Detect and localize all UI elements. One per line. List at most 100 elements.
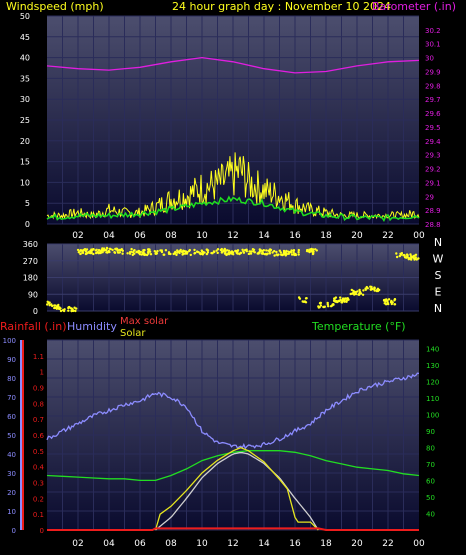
direction-point — [297, 296, 301, 299]
direction-point — [261, 252, 264, 255]
barometer-tick-label: 29 — [425, 193, 434, 201]
rain-tick-label: 0.6 — [33, 432, 45, 440]
direction-point — [390, 299, 393, 303]
direction-point — [349, 292, 352, 296]
wind-tick-label: 45 — [20, 33, 30, 42]
humidity-tick-label: 20 — [7, 489, 16, 497]
x-tick-label: 02 — [72, 231, 83, 241]
direction-point — [234, 249, 237, 253]
x-tick-label: 04 — [103, 231, 115, 241]
humidity-tick-label: 60 — [7, 413, 16, 421]
x-tick-label: 18 — [320, 231, 332, 241]
direction-point — [273, 254, 276, 257]
direction-point — [283, 252, 287, 255]
compass-label: W — [433, 253, 444, 266]
direction-point — [334, 299, 338, 303]
direction-point — [84, 250, 88, 253]
barometer-tick-label: 30.1 — [425, 41, 441, 49]
direction-point — [102, 248, 105, 252]
direction-point — [227, 249, 231, 252]
x-tick-label: 12 — [227, 539, 238, 549]
x-tick-label: 14 — [258, 231, 270, 241]
direction-point — [132, 249, 136, 252]
humidity-tick-label: 0 — [12, 527, 16, 535]
x-tick-label: 02 — [72, 539, 83, 549]
direction-point — [163, 253, 166, 256]
direction-point — [230, 250, 234, 253]
rain-tick-label: 0.2 — [33, 495, 44, 503]
direction-point — [385, 298, 388, 301]
direction-point — [79, 249, 83, 252]
direction-point — [393, 303, 397, 306]
rain-tick-label: 0.3 — [33, 480, 44, 488]
barometer-tick-label: 29.2 — [425, 166, 441, 174]
direction-point — [219, 248, 223, 252]
direction-point — [149, 253, 153, 256]
direction-point — [193, 252, 196, 255]
direction-point — [76, 248, 80, 252]
direction-point — [312, 248, 315, 251]
x-tick-label: 08 — [165, 231, 177, 241]
direction-point — [304, 297, 308, 300]
x-tick-label: 06 — [134, 539, 146, 549]
temperature-label: Temperature (°F) — [311, 320, 406, 333]
rain-tick-label: 0.5 — [33, 448, 44, 456]
direction-point — [94, 249, 98, 252]
barometer-tick-label: 29.1 — [425, 179, 441, 187]
direction-point — [128, 252, 132, 255]
direction-tick-label: 360 — [23, 240, 38, 249]
direction-point — [212, 250, 216, 253]
direction-point — [174, 250, 177, 254]
direction-point — [297, 253, 300, 256]
direction-point — [258, 250, 262, 253]
humidity-tick-label: 30 — [7, 470, 16, 478]
temperature-tick-label: 130 — [426, 362, 439, 370]
barometer-tick-label: 29.5 — [425, 124, 441, 132]
direction-point — [114, 247, 117, 251]
humidity-label: Humidity — [67, 320, 117, 333]
wind-tick-label: 40 — [20, 54, 30, 63]
direction-point — [242, 251, 246, 254]
compass-label: E — [435, 286, 442, 299]
direction-point — [202, 250, 205, 254]
direction-point — [395, 255, 399, 259]
direction-point — [347, 298, 350, 301]
weather-graph: Windspeed (mph) 24 hour graph day : Nove… — [0, 0, 456, 549]
x-tick-label: 14 — [258, 539, 270, 549]
direction-point — [186, 251, 189, 254]
direction-point — [95, 251, 98, 255]
direction-point — [155, 251, 158, 254]
direction-point — [239, 251, 242, 255]
direction-point — [69, 307, 73, 310]
barometer-tick-label: 30 — [425, 55, 434, 63]
direction-point — [199, 252, 202, 256]
direction-point — [358, 290, 362, 294]
direction-point — [145, 253, 149, 257]
x-tick-label: 16 — [289, 231, 301, 241]
barometer-tick-label: 28.9 — [425, 207, 441, 215]
direction-point — [119, 248, 123, 252]
direction-point — [305, 249, 309, 253]
direction-point — [193, 248, 196, 252]
direction-point — [172, 252, 175, 256]
direction-tick-label: 180 — [23, 274, 38, 283]
direction-point — [48, 304, 51, 307]
direction-point — [410, 255, 413, 258]
x-tick-label: 18 — [320, 539, 332, 549]
direction-point — [215, 249, 218, 252]
direction-point — [334, 296, 338, 299]
direction-point — [46, 300, 49, 303]
x-tick-label: 10 — [196, 231, 208, 241]
direction-point — [67, 309, 70, 312]
direction-point — [92, 252, 95, 256]
direction-point — [406, 254, 409, 257]
wind-tick-label: 35 — [20, 74, 30, 83]
direction-point — [337, 299, 340, 303]
barometer-tick-label: 29.4 — [425, 138, 441, 146]
compass-label: N — [434, 236, 442, 249]
direction-point — [262, 249, 265, 252]
direction-point — [292, 249, 295, 253]
direction-point — [319, 301, 322, 305]
wind-tick-label: 25 — [20, 116, 30, 125]
direction-point — [303, 300, 307, 303]
